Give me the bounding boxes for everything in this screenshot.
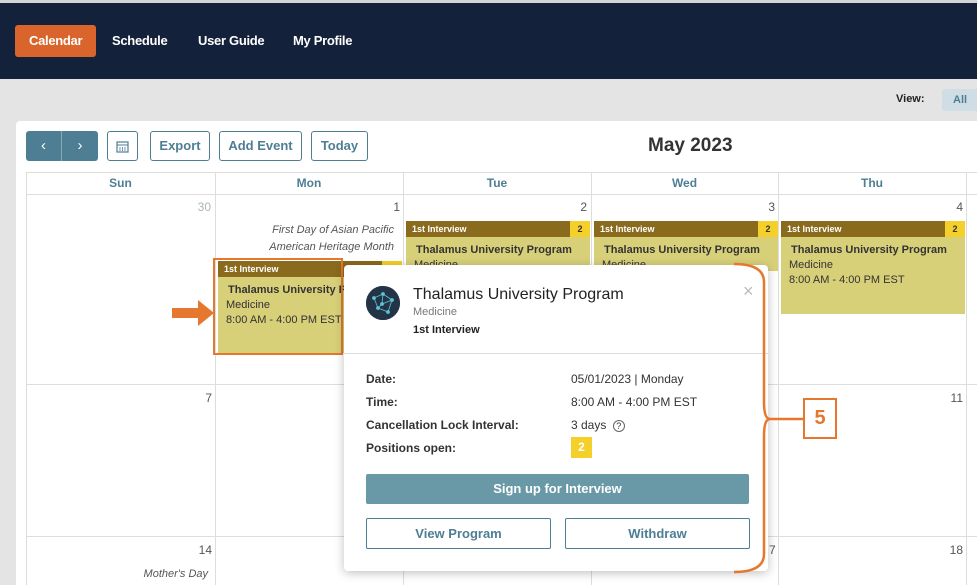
day-number[interactable]: 4	[933, 200, 963, 214]
cancellation-label: Cancellation Lock Interval:	[366, 418, 519, 432]
chevron-left-icon: ‹	[41, 137, 46, 154]
grid-line	[215, 172, 216, 585]
holiday-line: First Day of Asian Pacific	[272, 224, 394, 236]
event-title: Thalamus University Program	[604, 244, 760, 256]
next-month-button[interactable]: ›	[62, 131, 98, 161]
event-time: 8:00 AM - 4:00 PM EST	[789, 274, 905, 286]
previous-month-button[interactable]: ‹	[26, 131, 62, 161]
holiday-label: Mother's Day	[143, 568, 208, 580]
event-title: Thalamus University Program	[791, 244, 947, 256]
program-logo-icon	[366, 286, 400, 320]
weekday-header-tue: Tue	[486, 176, 508, 190]
day-number[interactable]: 2	[557, 200, 587, 214]
date-label: Date:	[366, 372, 397, 386]
grid-line	[778, 172, 779, 585]
divider	[344, 353, 768, 354]
day-number[interactable]: 14	[182, 543, 212, 557]
grid-line	[26, 194, 977, 195]
event-type: 1st Interview	[787, 224, 842, 234]
popup-event-type: 1st Interview	[413, 324, 480, 336]
add-event-button[interactable]: Add Event	[219, 131, 302, 161]
weekday-header-thu: Thu	[861, 176, 883, 190]
positions-label: Positions open:	[366, 441, 456, 455]
day-number[interactable]: 7	[769, 543, 799, 557]
nav-my-profile[interactable]: My Profile	[293, 25, 352, 57]
event-type: 1st Interview	[412, 224, 467, 234]
popup-subtitle: Medicine	[413, 306, 458, 318]
event-card[interactable]: 1st Interview 2 Thalamus University Progr…	[406, 221, 590, 271]
bracket-annotation	[733, 262, 771, 574]
nav-schedule[interactable]: Schedule	[112, 25, 168, 57]
cancellation-days: 3 days	[571, 418, 607, 432]
day-number[interactable]: 11	[933, 391, 963, 405]
date-value: 05/01/2023 | Monday	[571, 372, 684, 386]
holiday-label: First Day of Asian Pacific American Heri…	[222, 222, 394, 256]
month-title: May 2023	[648, 135, 733, 156]
day-number[interactable]: 30	[181, 200, 211, 214]
view-all-toggle[interactable]: All	[942, 89, 977, 111]
weekday-header-wed: Wed	[671, 176, 698, 190]
withdraw-button[interactable]: Withdraw	[565, 518, 750, 549]
event-count: 2	[758, 221, 778, 237]
sign-up-button[interactable]: Sign up for Interview	[366, 474, 749, 504]
event-dept: Medicine	[789, 259, 834, 271]
step-number-badge: 5	[803, 398, 837, 439]
event-count: 2	[945, 221, 965, 237]
event-header: 1st Interview 2	[781, 221, 965, 237]
time-value: 8:00 AM - 4:00 PM EST	[571, 395, 698, 409]
event-header: 1st Interview 2	[406, 221, 590, 237]
cancellation-value: 3 days ?	[571, 418, 625, 432]
help-icon-glyph: ?	[616, 421, 622, 431]
grid-line	[26, 172, 27, 585]
positions-open-badge: 2	[571, 437, 592, 458]
view-program-button[interactable]: View Program	[366, 518, 551, 549]
event-count: 2	[570, 221, 590, 237]
holiday-line: American Heritage Month	[269, 241, 394, 253]
event-header: 1st Interview 2	[594, 221, 778, 237]
popup-title: Thalamus University Program	[413, 286, 624, 303]
highlight-box	[213, 258, 343, 355]
day-number[interactable]: 18	[933, 543, 963, 557]
event-type: 1st Interview	[600, 224, 655, 234]
help-icon[interactable]: ?	[612, 420, 625, 432]
bracket-connector	[768, 417, 804, 421]
calendar-picker-button[interactable]	[107, 131, 138, 161]
export-button[interactable]: Export	[150, 131, 210, 161]
event-title: Thalamus University Program	[416, 244, 572, 256]
weekday-header-mon: Mon	[296, 176, 322, 190]
nav-calendar[interactable]: Calendar	[15, 25, 97, 57]
day-number[interactable]: 1	[370, 200, 400, 214]
time-label: Time:	[366, 395, 398, 409]
day-number[interactable]: 7	[182, 391, 212, 405]
chevron-right-icon: ›	[77, 137, 83, 154]
calendar-icon	[116, 141, 129, 153]
today-button[interactable]: Today	[311, 131, 368, 161]
weekday-header-sun: Sun	[109, 176, 132, 190]
day-number[interactable]: 3	[745, 200, 775, 214]
nav-user-guide[interactable]: User Guide	[198, 25, 265, 57]
arrow-right-icon	[172, 300, 214, 326]
view-label: View:	[896, 93, 925, 105]
grid-line	[966, 172, 967, 585]
event-card[interactable]: 1st Interview 2 Thalamus University Progr…	[781, 221, 965, 314]
